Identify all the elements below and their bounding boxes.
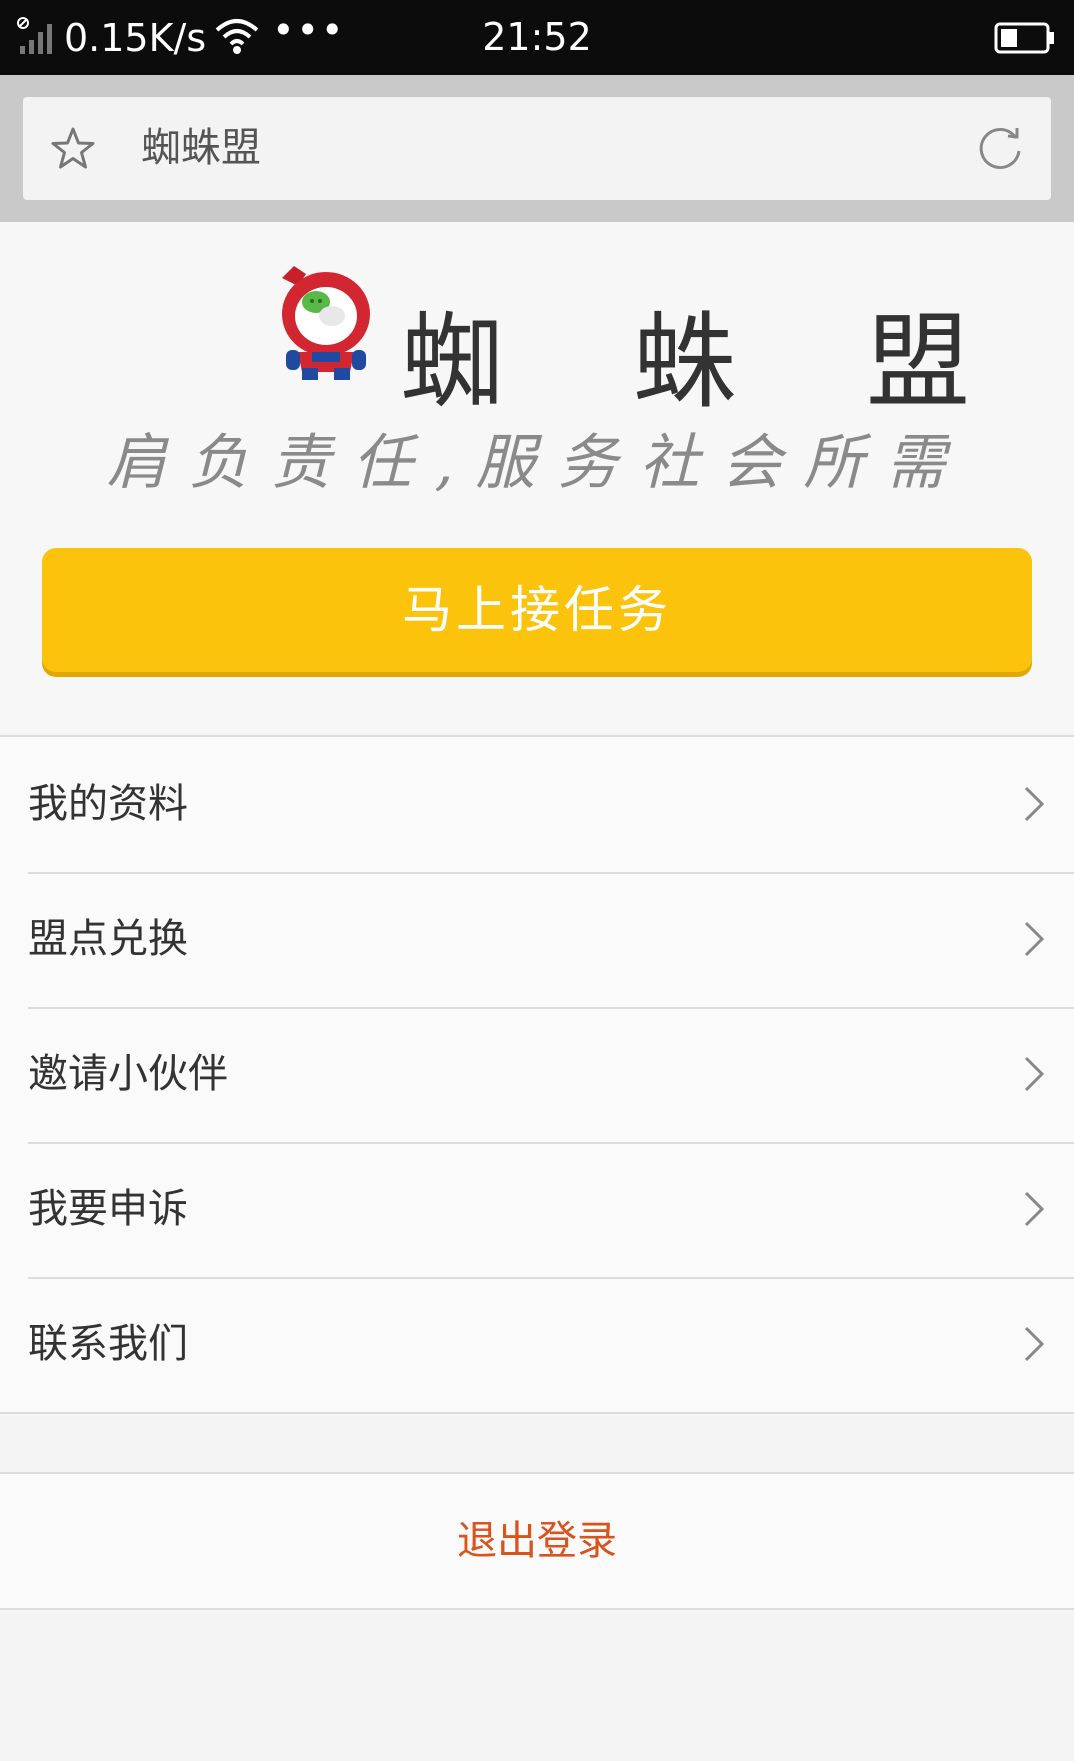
chevron-right-icon — [1022, 784, 1046, 828]
menu-item-points-exchange[interactable]: 盟点兑换 — [0, 872, 1074, 1007]
spider-mascot-logo — [268, 264, 376, 386]
star-icon[interactable] — [49, 125, 97, 177]
hero-section: 蜘 蛛 盟 肩负责任,服务社会所需 马上接任务 — [0, 222, 1074, 732]
browser-address-bar: 蜘蛛盟 — [0, 75, 1074, 222]
status-time: 21:52 — [482, 15, 592, 59]
menu-item-contact-us[interactable]: 联系我们 — [0, 1277, 1074, 1412]
menu-item-label: 联系我们 — [28, 1321, 188, 1367]
menu-item-label: 邀请小伙伴 — [28, 1051, 228, 1097]
slogan: 肩负责任,服务社会所需 — [106, 428, 968, 498]
status-bar: 0.15K/s ••• 21:52 — [0, 0, 1074, 75]
app-title: 蜘 蛛 盟 — [400, 301, 1019, 423]
chevron-right-icon — [1022, 919, 1046, 963]
chevron-right-icon — [1022, 1054, 1046, 1098]
accept-task-button[interactable]: 马上接任务 — [42, 548, 1032, 672]
logout-label: 退出登录 — [457, 1518, 617, 1564]
address-field[interactable]: 蜘蛛盟 — [23, 97, 1051, 200]
menu-item-invite-friends[interactable]: 邀请小伙伴 — [0, 1007, 1074, 1142]
refresh-icon[interactable] — [975, 123, 1025, 177]
menu-item-label: 盟点兑换 — [28, 916, 188, 962]
chevron-right-icon — [1022, 1189, 1046, 1233]
menu-list: 我的资料 盟点兑换 邀请小伙伴 我要申诉 联系我们 — [0, 735, 1074, 1414]
menu-item-label: 我的资料 — [28, 781, 188, 827]
menu-item-my-profile[interactable]: 我的资料 — [0, 737, 1074, 872]
menu-item-appeal[interactable]: 我要申诉 — [0, 1142, 1074, 1277]
address-text: 蜘蛛盟 — [141, 125, 261, 171]
chevron-right-icon — [1022, 1324, 1046, 1368]
battery-icon — [994, 20, 1056, 60]
menu-item-label: 我要申诉 — [28, 1186, 188, 1232]
logout-button[interactable]: 退出登录 — [0, 1472, 1074, 1610]
